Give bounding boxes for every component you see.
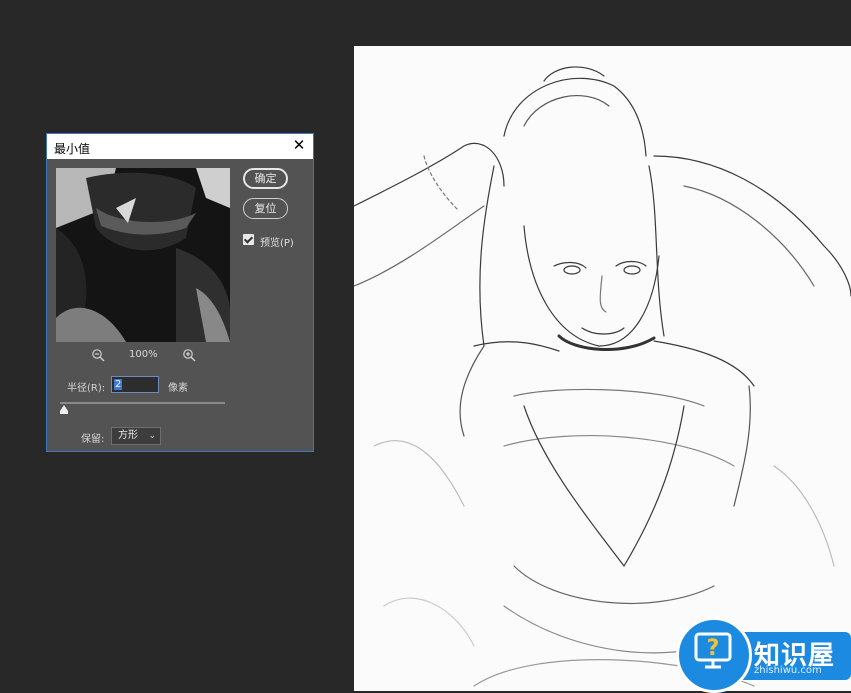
watermark-url: zhishiwu.com — [754, 665, 822, 676]
preserve-select[interactable]: 方形 ⌄ — [111, 427, 161, 445]
dialog-titlebar: 最小值 ✕ — [47, 134, 313, 159]
radius-input[interactable]: 2 — [111, 376, 159, 393]
radius-unit: 像素 — [168, 383, 188, 394]
document-canvas — [354, 46, 851, 691]
sketch-image — [354, 66, 851, 687]
zoom-level: 100% — [129, 349, 158, 360]
close-icon[interactable]: ✕ — [291, 137, 307, 153]
radius-slider[interactable] — [60, 402, 225, 404]
question-monitor-icon: ? — [694, 632, 732, 669]
minimum-filter-dialog: 最小值 ✕ 100% 确定 复位 预览(P) 半径(R): 2 像素 保留: 方… — [46, 133, 314, 452]
chevron-down-icon: ⌄ — [148, 431, 156, 441]
radius-slider-thumb[interactable] — [59, 405, 68, 414]
radius-value: 2 — [114, 379, 123, 390]
dialog-title: 最小值 — [54, 142, 91, 156]
svg-text:?: ? — [707, 636, 720, 661]
filter-preview[interactable] — [56, 168, 230, 342]
preview-image — [56, 168, 230, 342]
zoom-in-icon[interactable] — [182, 348, 196, 362]
ok-button[interactable]: 确定 — [243, 168, 288, 189]
preserve-select-value: 方形 — [118, 430, 138, 441]
reset-button[interactable]: 复位 — [243, 198, 288, 219]
zoom-out-icon[interactable] — [91, 348, 105, 362]
radius-label: 半径(R): — [67, 383, 106, 394]
preserve-label: 保留: — [81, 434, 105, 445]
preview-label: 预览(P) — [260, 238, 294, 249]
preview-checkbox[interactable] — [243, 234, 254, 245]
